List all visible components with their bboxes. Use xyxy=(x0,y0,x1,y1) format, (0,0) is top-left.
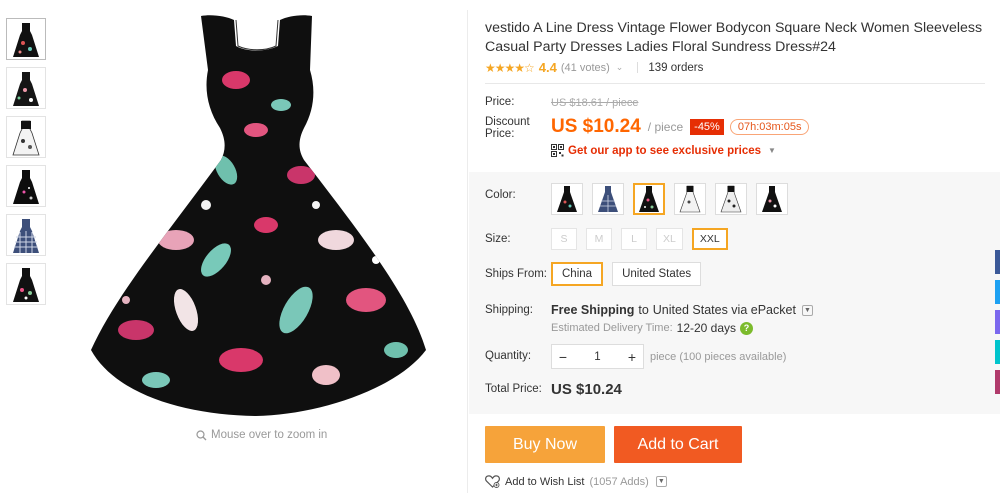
side-tab[interactable] xyxy=(995,250,1000,274)
side-tab[interactable] xyxy=(995,370,1000,394)
add-to-cart-button[interactable]: Add to Cart xyxy=(614,426,742,463)
product-detail-panel: vestido A Line Dress Vintage Flower Body… xyxy=(467,10,1000,493)
free-shipping-text: Free Shipping xyxy=(551,303,635,317)
quantity-label: Quantity: xyxy=(485,350,532,362)
zoom-hint-text: Mouse over to zoom in xyxy=(211,429,328,441)
size-option-m[interactable]: M xyxy=(586,228,612,250)
app-link-text[interactable]: Get our app to see exclusive prices xyxy=(568,145,761,157)
shipping-label: Shipping: xyxy=(485,304,533,316)
help-icon[interactable]: ? xyxy=(740,321,754,335)
price-label: Price: xyxy=(485,96,515,108)
zoom-hint: Mouse over to zoom in xyxy=(196,429,327,441)
color-swatch[interactable] xyxy=(674,183,706,215)
original-price: US $18.61 / piece xyxy=(551,97,639,109)
discount-price-label: Discount Price: xyxy=(485,116,530,140)
thumbnail-1[interactable] xyxy=(6,18,46,60)
wishlist-label[interactable]: Add to Wish List xyxy=(505,476,584,488)
size-option-s[interactable]: S xyxy=(551,228,577,250)
color-swatch[interactable] xyxy=(756,183,788,215)
color-options xyxy=(551,183,788,215)
qr-code-icon xyxy=(551,144,564,157)
add-to-wishlist[interactable]: Add to Wish List (1057 Adds) ▼ xyxy=(485,475,667,488)
quantity-availability: piece (100 pieces available) xyxy=(650,351,787,363)
countdown-timer: 07h:03m:05s xyxy=(729,119,810,135)
chevron-down-icon[interactable]: ▼ xyxy=(801,304,813,316)
side-tab[interactable] xyxy=(995,310,1000,334)
delivery-estimate: Estimated Delivery Time: 12-20 days ? xyxy=(551,321,754,335)
thumbnail-6[interactable] xyxy=(6,263,46,305)
color-swatch[interactable] xyxy=(551,183,583,215)
color-swatch-selected[interactable] xyxy=(633,183,665,215)
delivery-days: 12-20 days xyxy=(676,321,737,335)
shipping-info: Free Shipping to United States via ePack… xyxy=(551,303,813,317)
ships-from-options: China United States xyxy=(551,262,702,286)
ships-from-china[interactable]: China xyxy=(551,262,604,286)
orders-count: 139 orders xyxy=(648,61,704,74)
main-product-image[interactable] xyxy=(66,10,466,420)
thumbnail-list xyxy=(6,18,48,312)
size-options: S M L XL XXL xyxy=(551,228,728,250)
total-price: US $10.24 xyxy=(551,381,622,398)
divider xyxy=(637,62,639,73)
ships-from-united-states[interactable]: United States xyxy=(612,262,702,286)
plus-icon[interactable]: + xyxy=(621,345,643,368)
product-title: vestido A Line Dress Vintage Flower Body… xyxy=(485,20,983,55)
per-piece-label: / piece xyxy=(647,120,684,134)
chevron-down-icon[interactable]: ▼ xyxy=(655,476,667,487)
color-swatch[interactable] xyxy=(592,183,624,215)
minus-icon[interactable]: − xyxy=(552,345,574,368)
thumbnail-5[interactable] xyxy=(6,214,46,256)
color-swatch[interactable] xyxy=(715,183,747,215)
thumbnail-2[interactable] xyxy=(6,67,46,109)
side-tab[interactable] xyxy=(995,280,1000,304)
thumbnail-3[interactable] xyxy=(6,116,46,158)
quantity-input[interactable]: 1 xyxy=(574,351,621,363)
rating-row: ★★★★☆ 4.4 (41 votes) ⌄ 139 orders xyxy=(485,60,703,75)
size-option-xl[interactable]: XL xyxy=(656,228,683,250)
side-tab[interactable] xyxy=(995,340,1000,364)
floating-side-tabs xyxy=(995,250,1000,400)
size-option-xxl[interactable]: XXL xyxy=(691,228,728,250)
caret-down-icon[interactable]: ▼ xyxy=(768,146,776,155)
discount-label-line2: Price: xyxy=(485,128,515,140)
divider xyxy=(485,83,985,84)
rating-value: 4.4 xyxy=(538,60,557,75)
app-exclusive-prices-link[interactable]: Get our app to see exclusive prices ▼ xyxy=(551,144,776,157)
discount-price-row: US $10.24 / piece -45% 07h:03m:05s xyxy=(551,116,810,138)
buy-now-button[interactable]: Buy Now xyxy=(485,426,605,463)
discount-badge: -45% xyxy=(690,119,724,135)
magnifier-icon xyxy=(196,429,207,440)
wishlist-count: (1057 Adds) xyxy=(589,475,649,488)
votes-link[interactable]: (41 votes) xyxy=(561,62,610,74)
thumbnail-4[interactable] xyxy=(6,165,46,207)
size-option-l[interactable]: L xyxy=(621,228,647,250)
ships-from-label: Ships From: xyxy=(485,268,547,280)
color-label: Color: xyxy=(485,189,516,201)
discount-price: US $10.24 xyxy=(551,116,641,137)
delivery-label: Estimated Delivery Time: xyxy=(551,322,673,334)
star-rating-icons: ★★★★☆ xyxy=(485,60,535,75)
total-price-label: Total Price: xyxy=(485,383,542,395)
size-label: Size: xyxy=(485,233,511,245)
quantity-stepper: − 1 + xyxy=(551,344,644,369)
shipping-to-text: to xyxy=(638,303,649,317)
shipping-destination[interactable]: United States via ePacket xyxy=(653,303,796,317)
heart-icon xyxy=(485,475,500,488)
chevron-down-icon[interactable]: ⌄ xyxy=(616,62,624,73)
discount-label-line1: Discount xyxy=(485,116,530,128)
